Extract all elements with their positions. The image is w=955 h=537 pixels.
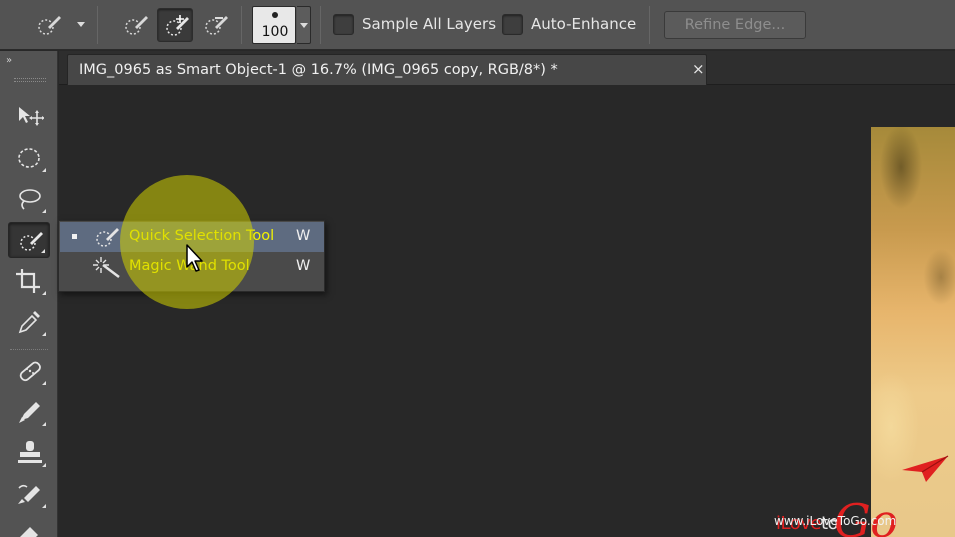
new-selection-icon <box>125 16 148 35</box>
divider <box>241 6 242 44</box>
quick-selection-icon <box>38 16 61 35</box>
submenu-indicator-icon <box>42 332 46 336</box>
add-to-selection-button[interactable] <box>157 8 193 42</box>
paper-plane-icon <box>902 455 949 482</box>
quick-selection-tool-button[interactable] <box>8 222 50 258</box>
submenu-indicator-icon <box>42 381 46 385</box>
add-to-selection-icon <box>166 15 189 36</box>
submenu-indicator-icon <box>42 291 46 295</box>
eraser-icon <box>20 527 38 537</box>
brush-options-dropdown[interactable] <box>297 6 311 44</box>
submenu-indicator-icon <box>42 504 46 508</box>
auto-enhance-label: Auto-Enhance <box>531 15 637 33</box>
sample-all-layers-label: Sample All Layers <box>362 15 497 33</box>
shortcut-key: W <box>296 258 311 274</box>
move-tool-icon <box>19 107 44 126</box>
brush-tip-icon <box>272 12 278 18</box>
chevron-down-icon <box>300 23 308 28</box>
chevron-down-icon[interactable] <box>77 22 85 27</box>
tools-panel: » <box>0 51 58 537</box>
auto-enhance-checkbox[interactable] <box>502 14 523 35</box>
refine-edge-button[interactable]: Refine Edge... <box>664 11 806 39</box>
submenu-indicator-icon <box>42 422 46 426</box>
history-brush-icon <box>18 484 40 504</box>
shortcut-key: W <box>296 228 311 244</box>
submenu-indicator-icon <box>42 168 46 172</box>
submenu-indicator-icon <box>42 463 46 467</box>
flyout-item-label: Quick Selection Tool <box>129 228 275 244</box>
mouse-pointer-icon <box>186 244 203 272</box>
healing-brush-tool-button[interactable] <box>8 353 50 389</box>
brush-size-picker[interactable]: 100 <box>252 6 296 44</box>
quick-selection-icon <box>96 228 119 247</box>
options-bar: 100 Sample All Layers Auto-Enhance Refin… <box>0 0 955 50</box>
eraser-tool-button[interactable] <box>8 513 50 537</box>
new-selection-button[interactable] <box>117 8 153 42</box>
crop-tool-button[interactable] <box>8 263 50 299</box>
brush-icon <box>19 402 40 423</box>
lasso-tool-button[interactable] <box>8 181 50 217</box>
submenu-indicator-icon <box>42 209 46 213</box>
submenu-indicator-icon <box>41 249 45 253</box>
brush-size-value: 100 <box>261 24 289 40</box>
subtract-from-selection-button[interactable] <box>197 8 233 42</box>
panel-grip[interactable] <box>14 78 46 82</box>
divider <box>10 349 48 350</box>
healing-brush-icon <box>19 361 41 382</box>
document-title: IMG_0965 as Smart Object-1 @ 16.7% (IMG_… <box>79 62 558 78</box>
tool-preset-picker[interactable] <box>30 8 66 42</box>
watermark-logo: iLovetoGo www.iLoveToGo.com <box>770 452 955 537</box>
eyedropper-tool-button[interactable] <box>8 304 50 340</box>
divider <box>97 6 98 44</box>
brush-tool-button[interactable] <box>8 394 50 430</box>
sample-all-layers-checkbox[interactable] <box>333 14 354 35</box>
history-brush-tool-button[interactable] <box>8 476 50 512</box>
clone-stamp-icon <box>18 441 42 463</box>
selected-bullet-icon <box>72 234 77 239</box>
brand-url: www.iLoveToGo.com <box>774 514 897 528</box>
brand-name: iLovetoGo <box>776 486 901 537</box>
move-tool-button[interactable] <box>8 98 50 134</box>
document-tab-bar: IMG_0965 as Smart Object-1 @ 16.7% (IMG_… <box>59 51 955 85</box>
lasso-icon <box>19 189 41 210</box>
document-tab[interactable]: IMG_0965 as Smart Object-1 @ 16.7% (IMG_… <box>67 54 707 85</box>
divider <box>649 6 650 44</box>
clone-stamp-tool-button[interactable] <box>8 435 50 471</box>
eyedropper-icon <box>18 311 40 334</box>
magic-wand-icon <box>93 257 120 278</box>
elliptical-marquee-icon <box>18 148 40 168</box>
crop-icon <box>16 269 40 293</box>
close-icon[interactable]: × <box>692 60 705 78</box>
elliptical-marquee-tool-button[interactable] <box>8 140 50 176</box>
collapse-panel-icon[interactable]: » <box>6 55 12 66</box>
divider <box>320 6 321 44</box>
subtract-from-selection-icon <box>205 16 228 35</box>
